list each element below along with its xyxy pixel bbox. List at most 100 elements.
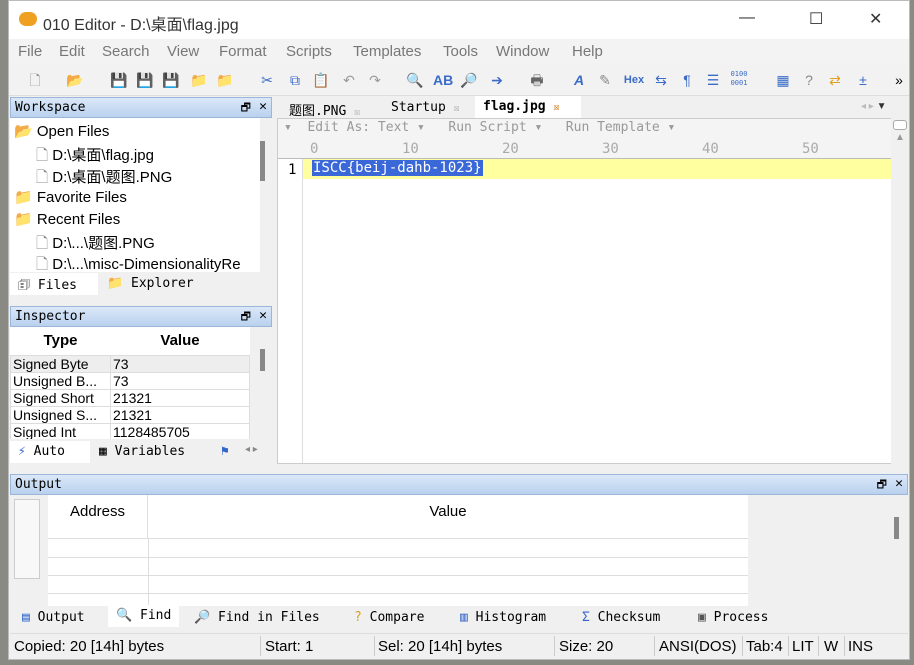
close-tab-icon[interactable]: ☒ (553, 102, 559, 113)
menu-help[interactable]: Help (572, 43, 603, 60)
tree-item-recent-files[interactable]: 📁 Recent Files (14, 210, 120, 232)
save-icon[interactable]: 💾 (109, 70, 129, 90)
menu-templates[interactable]: Templates (353, 43, 421, 60)
tab-flag-jpg[interactable]: flag.jpg ☒ (475, 96, 581, 118)
find-icon[interactable]: 🔍 (405, 70, 425, 90)
tab-tiutu-png[interactable]: 题图.PNG ☒ (281, 97, 375, 119)
tree-item-file[interactable]: 🗋 D:\桌面\题图.PNG (36, 166, 172, 188)
status-encoding[interactable]: ANSI(DOS) (659, 638, 737, 655)
copy-icon[interactable]: ⧉ (285, 70, 305, 90)
tab-files[interactable]: 🗊 Files (10, 273, 98, 295)
close-icon[interactable]: ✕ (259, 308, 267, 323)
tab-find[interactable]: 🔍 Find (108, 605, 180, 627)
menu-search[interactable]: Search (102, 43, 150, 60)
tab-auto[interactable]: ⚡ Auto (10, 441, 90, 463)
status-tab-size[interactable]: Tab:4 (746, 638, 783, 655)
print-icon[interactable]: 🖶 (527, 70, 547, 90)
toolbar-overflow[interactable]: » (889, 70, 909, 90)
minimize-button[interactable]: — (739, 9, 755, 27)
menu-format[interactable]: Format (219, 43, 267, 60)
close-tab-icon[interactable]: ☒ (454, 103, 460, 114)
wrap-icon[interactable]: ⇆ (651, 70, 671, 90)
save-all-icon[interactable]: 💾 (161, 70, 181, 90)
new-file-icon[interactable]: 🗋 (25, 70, 45, 90)
table-row[interactable]: Unsigned S... 21321 (10, 405, 250, 424)
menu-scripts[interactable]: Scripts (286, 43, 332, 60)
status-ins[interactable]: INS (848, 638, 873, 655)
replace-icon[interactable]: AB (433, 70, 453, 90)
tree-item-open-files[interactable]: 📂 Open Files (14, 122, 109, 144)
save-as-icon[interactable]: 💾 (135, 70, 155, 90)
ruler-label: 0 (310, 141, 319, 157)
float-icon[interactable]: 🗗 (877, 476, 887, 495)
redo-icon[interactable]: ↷ (365, 70, 385, 90)
paste-icon[interactable]: 📋 (311, 70, 331, 90)
open-folder-icon[interactable]: 📁 (189, 70, 209, 90)
table-row[interactable]: Signed Short 21321 (10, 388, 250, 407)
inspector-header: Inspector 🗗 ✕ (10, 306, 272, 327)
tree-item-file[interactable]: 🗋 D:\...\题图.PNG (36, 232, 155, 254)
menu-icon[interactable]: ▾ (284, 120, 300, 135)
tree-item-file[interactable]: 🗋 D:\...\misc-DimensionalityRe (36, 254, 241, 272)
tab-process[interactable]: ▣ Process (690, 607, 776, 629)
table-row[interactable]: Unsigned B... 73 (10, 371, 250, 390)
editor-tab-arrows[interactable]: ◂ ▸ ▼ (861, 101, 887, 112)
columns-icon[interactable]: ☰ (703, 70, 723, 90)
output-scrollbar[interactable] (894, 517, 899, 539)
run-template-dropdown[interactable]: Run Template ▾ (566, 120, 676, 135)
workspace-icon[interactable]: 📁 (215, 70, 235, 90)
table-row[interactable]: Signed Byte 73 (10, 354, 250, 373)
hex-mode-button[interactable]: Hex (621, 70, 647, 90)
tab-variables[interactable]: ▦ Variables (91, 441, 211, 463)
table-row[interactable]: Signed Int 1128485705 (10, 422, 250, 439)
run-script-dropdown[interactable]: Run Script ▾ (448, 120, 542, 135)
cut-icon[interactable]: ✂ (257, 70, 277, 90)
tab-checksum[interactable]: Σ Checksum (574, 607, 668, 629)
tab-output[interactable]: ▤ Output (14, 607, 93, 629)
font-icon[interactable]: A (569, 70, 589, 90)
find-in-files-icon[interactable]: 🔎 (459, 70, 479, 90)
tab-explorer[interactable]: 📁 Explorer (99, 273, 209, 295)
tab-compare[interactable]: ? Compare (346, 607, 432, 629)
status-w[interactable]: W (824, 638, 838, 655)
open-icon[interactable]: 📂 (65, 70, 85, 90)
close-tab-icon[interactable]: ☒ (354, 107, 360, 118)
undo-icon[interactable]: ↶ (339, 70, 359, 90)
editor-scrollbar[interactable]: ▲ (891, 118, 909, 464)
close-button[interactable]: ✕ (869, 9, 882, 29)
help-icon[interactable]: ? (799, 70, 819, 90)
selected-text[interactable]: ISCC{beij-dahb-1023} (312, 160, 483, 176)
menu-window[interactable]: Window (496, 43, 549, 60)
status-lit[interactable]: LIT (792, 638, 814, 655)
pilcrow-icon[interactable]: ¶ (677, 70, 697, 90)
inspector-scrollbar[interactable] (260, 349, 265, 371)
plus-minus-icon[interactable]: ± (853, 70, 873, 90)
workspace-scrollbar[interactable] (260, 141, 265, 181)
compare-icon[interactable]: ⇄ (825, 70, 845, 90)
tree-item-file[interactable]: 🗋 D:\桌面\flag.jpg (36, 144, 154, 166)
tab-scroll-arrows[interactable]: ◂ ▸ (245, 444, 258, 455)
binary-mode-button[interactable]: 0100 0001 (729, 70, 749, 90)
tree-item-favorite-files[interactable]: 📁 Favorite Files (14, 188, 127, 210)
file-icon: 🗋 (36, 147, 49, 164)
calculator-icon[interactable]: ▦ (773, 70, 793, 90)
tab-histogram[interactable]: ▥ Histogram (452, 607, 554, 629)
float-icon[interactable]: 🗗 (241, 308, 251, 327)
tab-find-in-files[interactable]: 🔎 Find in Files (186, 607, 328, 629)
tab-bookmarks[interactable]: ⚑ (213, 441, 243, 463)
tab-startup[interactable]: Startup ☒ (383, 97, 479, 119)
edit-as-dropdown[interactable]: Edit As: Text ▾ (307, 120, 424, 135)
results-side-button[interactable] (14, 499, 40, 579)
type-cell: Signed Byte (10, 354, 111, 373)
maximize-button[interactable]: ☐ (809, 9, 823, 29)
menu-view[interactable]: View (167, 43, 199, 60)
float-icon[interactable]: 🗗 (241, 99, 251, 118)
menu-edit[interactable]: Edit (59, 43, 85, 60)
menu-file[interactable]: File (18, 43, 42, 60)
highlight-icon[interactable]: ✎ (595, 70, 615, 90)
goto-icon[interactable]: ➔ (487, 70, 507, 90)
close-icon[interactable]: ✕ (895, 476, 903, 491)
menu-tools[interactable]: Tools (443, 43, 478, 60)
close-icon[interactable]: ✕ (259, 99, 267, 114)
editor-area[interactable]: ▾ Edit As: Text ▾ Run Script ▾ Run Templ… (277, 118, 899, 464)
